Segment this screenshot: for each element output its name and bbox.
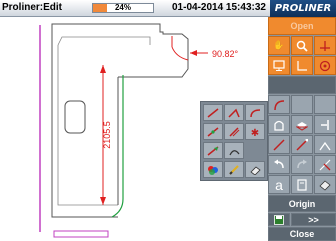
angle-arc — [171, 46, 189, 61]
text-tool-button[interactable]: a — [268, 175, 290, 194]
line-tool-icon[interactable] — [203, 104, 223, 121]
angle-arrow — [190, 50, 197, 56]
save-icon[interactable] — [268, 213, 290, 226]
monitor-icon[interactable] — [268, 56, 290, 75]
blank-tool-a[interactable] — [291, 95, 313, 114]
close-button[interactable]: Close — [268, 227, 336, 241]
draw-line-icon[interactable] — [268, 135, 290, 154]
more-button[interactable]: >> — [291, 213, 336, 226]
eraser-tool-icon[interactable] — [245, 161, 265, 178]
progress-label: 24% — [114, 3, 131, 12]
target-icon[interactable] — [314, 56, 336, 75]
shape-outline-top[interactable] — [51, 23, 189, 78]
axes-icon[interactable] — [314, 36, 336, 55]
length-label: 2105.5 — [102, 121, 112, 149]
app-title: Proliner:Edit — [2, 2, 63, 13]
angle-line-tool-icon[interactable] — [224, 104, 244, 121]
zoom-icon[interactable] — [291, 36, 313, 55]
shape-outline-top-inner[interactable] — [57, 36, 151, 46]
arc-tool-icon[interactable] — [224, 142, 244, 159]
fillet-icon[interactable] — [268, 95, 290, 114]
delete-line-icon[interactable] — [314, 155, 336, 174]
origin-button[interactable]: Origin — [268, 195, 336, 212]
layers-icon[interactable] — [291, 115, 313, 134]
extend-tool-icon[interactable] — [224, 123, 244, 140]
panel-spacer — [268, 76, 336, 94]
arch-icon[interactable] — [268, 115, 290, 134]
open-button-label: Open — [290, 21, 314, 31]
edit-vertex-icon[interactable] — [314, 135, 336, 154]
split-tool-icon[interactable] — [203, 123, 223, 140]
calculator-icon[interactable] — [291, 175, 313, 194]
blank-tool-b[interactable] — [314, 95, 336, 114]
title-bar: Proliner:Edit 24% 01-04-2014 15:43:32 PR… — [0, 0, 336, 17]
slot-cutout[interactable] — [64, 100, 86, 134]
draw-segment-icon[interactable] — [291, 135, 313, 154]
redo-icon[interactable] — [291, 155, 313, 174]
svg-text:✱: ✱ — [251, 128, 259, 137]
corner-tool-icon[interactable] — [245, 104, 265, 121]
angle-label: 90.82° — [212, 49, 239, 59]
open-button[interactable]: Open — [268, 17, 336, 35]
length-arrow-bottom — [100, 197, 106, 205]
align-icon[interactable] — [314, 115, 336, 134]
datetime: 01-04-2014 15:43:32 — [172, 2, 266, 13]
edit-toolbox: ✱ — [200, 101, 268, 181]
star-tool-icon[interactable]: ✱ — [245, 123, 265, 140]
bottom-outline-bar[interactable] — [53, 230, 109, 238]
command-panel: Open ✋ a Origin >> Close — [268, 17, 336, 241]
undo-icon[interactable] — [268, 155, 290, 174]
proliner-logo: PROLINER — [270, 0, 336, 17]
move-tool-icon[interactable] — [203, 142, 223, 159]
color-fill-tool-icon[interactable] — [203, 161, 223, 178]
hand-pan-icon[interactable]: ✋ — [268, 36, 290, 55]
brush-tool-icon[interactable] — [224, 161, 244, 178]
progress-bar: 24% — [92, 3, 154, 13]
corner-angle-icon[interactable] — [291, 56, 313, 75]
length-arrow-top — [100, 65, 106, 73]
erase-icon[interactable] — [314, 175, 336, 194]
